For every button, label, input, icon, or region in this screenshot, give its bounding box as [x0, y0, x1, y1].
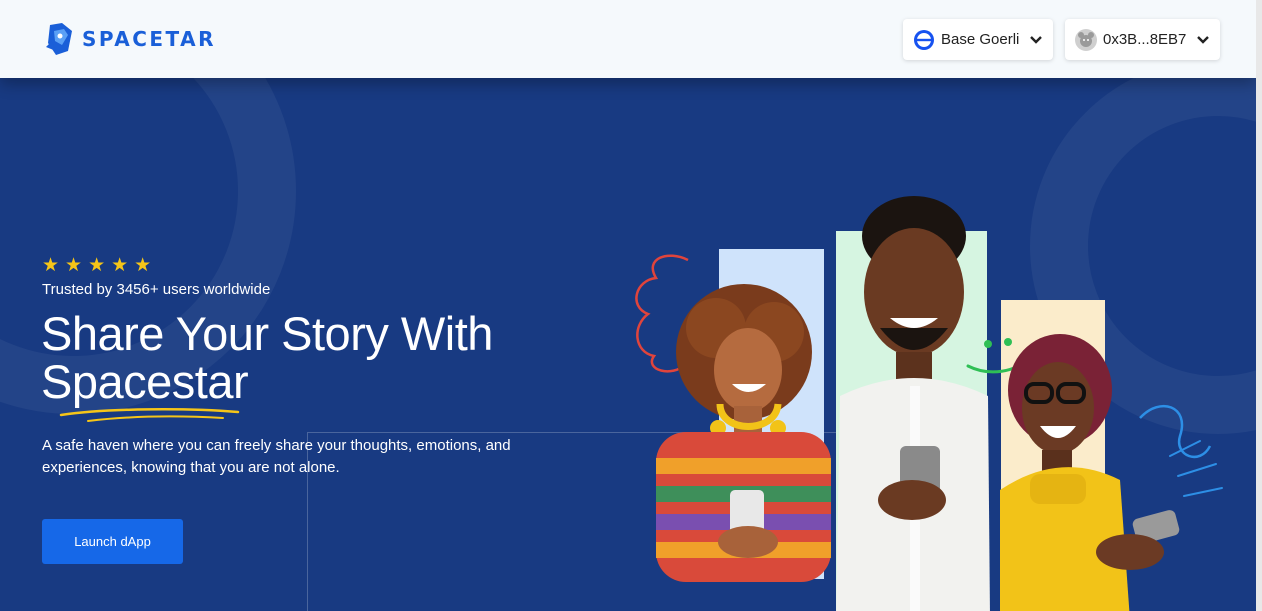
hero-headline: Share Your Story With Spacestar [41, 310, 601, 406]
headline-line-1: Share Your Story With [41, 307, 493, 360]
person-left-illustration [656, 284, 831, 582]
avatar-icon [1075, 28, 1097, 51]
wallet-address: 0x3B...8EB7 [1103, 31, 1187, 48]
network-selector[interactable]: Base Goerli [903, 19, 1053, 60]
spacetar-logo-icon [46, 23, 72, 55]
chevron-down-icon [1197, 35, 1209, 44]
logo[interactable]: SPACETAR [44, 21, 216, 57]
underline-swoosh [59, 408, 240, 422]
headline-line-2: Spacestar [41, 355, 249, 408]
hero-section: ★★★★★ Trusted by 3456+ users worldwide S… [0, 78, 1256, 611]
hero-illustration [620, 196, 1240, 611]
base-network-icon [914, 29, 934, 50]
rating-stars: ★★★★★ [42, 255, 158, 276]
launch-dapp-button[interactable]: Launch dApp [42, 519, 183, 564]
scrollbar[interactable] [1256, 0, 1262, 611]
wallet-account-button[interactable]: 0x3B...8EB7 [1065, 19, 1220, 60]
logo-text: SPACETAR [82, 27, 217, 51]
person-right-illustration [1000, 334, 1180, 611]
chevron-down-icon [1030, 35, 1042, 44]
top-navbar: SPACETAR Base Goerli 0x3B...8EB7 [0, 0, 1256, 78]
trusted-text: Trusted by 3456+ users worldwide [42, 281, 271, 298]
person-middle-illustration [836, 196, 990, 611]
network-label: Base Goerli [941, 31, 1020, 48]
